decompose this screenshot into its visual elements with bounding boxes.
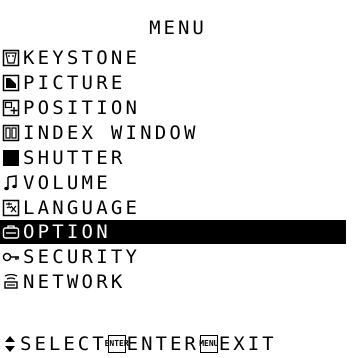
menu-item-index-window[interactable]: INDEX WINDOW <box>0 121 356 145</box>
security-icon <box>1 247 21 267</box>
menu-item-label: PICTURE <box>23 72 126 94</box>
menu-item-label: SHUTTER <box>23 147 126 169</box>
enter-label: ENTER <box>126 333 199 355</box>
index-window-icon <box>1 123 21 143</box>
osd-menu: MENU KEYSTONE PICTURE POSITION INDEX WIN… <box>0 0 356 358</box>
menu-item-label: INDEX WINDOW <box>23 122 199 144</box>
exit-label: EXIT <box>218 333 277 355</box>
select-label: SELECT <box>20 333 107 355</box>
menu-item-network[interactable]: NETWORK <box>0 270 356 294</box>
menu-item-option[interactable]: OPTION <box>0 220 346 244</box>
menu-item-label: SECURITY <box>23 246 141 268</box>
menu-item-position[interactable]: POSITION <box>0 96 356 120</box>
shutter-icon <box>1 148 21 168</box>
menu-item-label: POSITION <box>23 97 141 119</box>
picture-icon <box>1 73 21 93</box>
volume-icon <box>1 173 21 193</box>
menu-item-language[interactable]: LANGUAGE <box>0 196 356 220</box>
menu-item-label: VOLUME <box>23 172 111 194</box>
position-icon <box>1 98 21 118</box>
option-icon <box>1 222 21 242</box>
menu-key-icon: MENU <box>199 335 218 353</box>
menu-item-security[interactable]: SECURITY <box>0 245 356 269</box>
menu-item-picture[interactable]: PICTURE <box>0 71 356 95</box>
menu-item-label: NETWORK <box>23 271 126 293</box>
menu-item-label: KEYSTONE <box>23 47 141 69</box>
menu-item-shutter[interactable]: SHUTTER <box>0 146 356 170</box>
menu-item-label: LANGUAGE <box>23 197 141 219</box>
language-icon <box>1 198 21 218</box>
menu-item-keystone[interactable]: KEYSTONE <box>0 46 356 70</box>
menu-item-volume[interactable]: VOLUME <box>0 171 356 195</box>
menu-title: MENU <box>149 17 207 39</box>
menu-item-label: OPTION <box>23 221 111 243</box>
keystone-icon <box>1 48 21 68</box>
network-icon <box>1 272 21 292</box>
up-down-arrow-icon <box>4 335 16 353</box>
footer-help: SELECT ENTER ENTER MENU EXIT <box>0 332 356 356</box>
enter-key-icon: ENTER <box>105 335 129 353</box>
